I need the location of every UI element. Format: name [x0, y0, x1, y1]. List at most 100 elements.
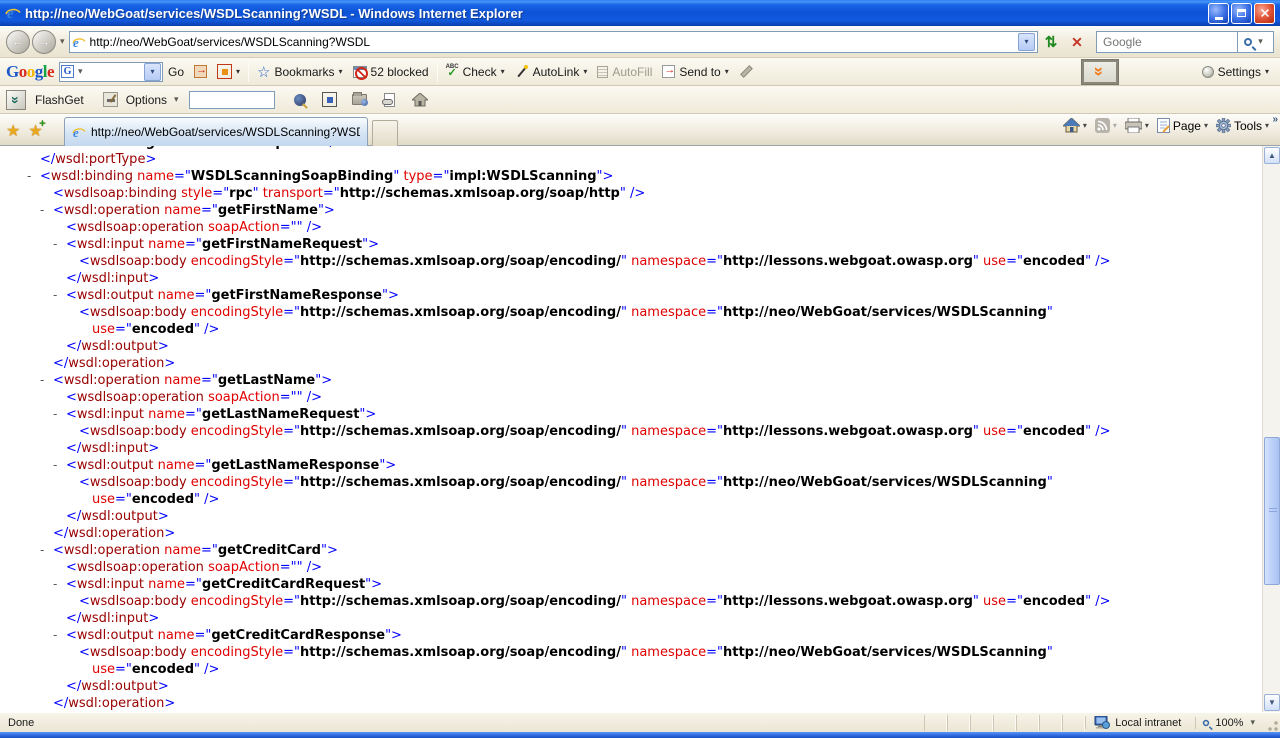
tools-menu-button[interactable]: Tools — [1234, 119, 1262, 133]
autolink-dropdown[interactable]: ▾ — [583, 67, 587, 76]
sendto-button[interactable]: Send to▾ — [657, 65, 733, 79]
xml-collapse-toggle[interactable]: - — [27, 168, 31, 185]
tools-gear-icon — [1216, 118, 1231, 133]
xml-line: -<wsdl:output name="getFirstNameResponse… — [0, 287, 1262, 304]
cube-dropdown[interactable]: ▾ — [236, 67, 240, 76]
forward-button[interactable]: → — [32, 30, 56, 54]
spellcheck-icon: ABC✓ — [446, 64, 459, 79]
resize-grip[interactable] — [1265, 718, 1279, 732]
google-news-button[interactable] — [189, 65, 212, 78]
home-button[interactable] — [1063, 118, 1080, 133]
page-menu-button[interactable]: Page — [1173, 119, 1201, 133]
globe-search-icon — [294, 94, 306, 106]
capture-button[interactable] — [315, 92, 345, 107]
page-dropdown[interactable]: ▾ — [1204, 121, 1208, 130]
download-page-button[interactable] — [375, 93, 405, 107]
tools-dropdown[interactable]: ▾ — [1265, 121, 1269, 130]
spellcheck-dropdown[interactable]: ▾ — [501, 67, 505, 76]
print-dropdown[interactable]: ▾ — [1145, 121, 1149, 130]
scroll-up-button[interactable]: ▲ — [1264, 147, 1280, 164]
google-sitesearch-button[interactable]: ▾ — [212, 64, 245, 79]
flashget-search-field[interactable] — [189, 91, 275, 109]
tab-bar: ★ ★ e http://neo/WebGoat/services/WSDLSc… — [0, 114, 1280, 146]
xml-line: <wsdlsoap:operation soapAction="" /> — [0, 219, 1262, 236]
google-g-dropdown[interactable]: ▾ — [78, 66, 83, 77]
favorites-center-button[interactable]: ★ — [6, 121, 20, 141]
flashget-toolbar: » FlashGet Options ▾ — [0, 86, 1280, 114]
xml-collapse-toggle[interactable]: - — [53, 627, 57, 644]
xml-line: -<wsdl:input name="getCreditCardRequest"… — [0, 576, 1262, 593]
back-button[interactable]: ← — [6, 30, 30, 54]
options-dropdown[interactable]: ▾ — [174, 94, 179, 105]
address-url[interactable]: http://neo/WebGoat/services/WSDLScanning… — [90, 35, 1018, 49]
restore-button[interactable] — [1231, 3, 1252, 24]
xml-line: </wsdl:output> — [0, 678, 1262, 695]
toolbar-separator — [437, 62, 438, 82]
flashget-label-button[interactable]: FlashGet — [30, 93, 89, 107]
xml-collapse-toggle[interactable]: - — [53, 287, 57, 304]
google-g-icon: G — [61, 65, 74, 78]
xml-collapse-toggle[interactable]: - — [53, 457, 57, 474]
xml-line: use="encoded" /> — [0, 661, 1262, 678]
tab-favicon-icon: e — [72, 125, 86, 139]
xml-line: <wsdlsoap:body encodingStyle="http://sch… — [0, 474, 1262, 491]
status-pane — [993, 715, 1016, 731]
bookmarks-button[interactable]: ☆Bookmarks▾ — [252, 63, 348, 81]
xml-line: use="encoded" /> — [0, 491, 1262, 508]
google-go-button[interactable]: Go — [163, 65, 189, 79]
address-bar[interactable]: e http://neo/WebGoat/services/WSDLScanni… — [69, 31, 1038, 53]
back-arrow-icon: ← — [12, 34, 25, 49]
xml-collapse-toggle[interactable]: - — [40, 372, 44, 389]
xml-line: </wsdl:input> — [0, 270, 1262, 287]
close-button[interactable] — [1254, 3, 1275, 24]
xml-collapse-toggle[interactable]: - — [53, 236, 57, 253]
settings-dropdown[interactable]: ▾ — [1265, 67, 1269, 76]
xml-collapse-toggle[interactable]: - — [53, 406, 57, 423]
bookmarks-dropdown[interactable]: ▾ — [339, 67, 343, 76]
scroll-down-button[interactable]: ▼ — [1264, 694, 1280, 711]
options-icon — [103, 92, 118, 107]
autolink-button[interactable]: AutoLink▾ — [510, 65, 593, 79]
search-go-button[interactable]: ▾ — [1238, 31, 1274, 53]
search-input[interactable] — [1101, 34, 1233, 50]
history-dropdown[interactable]: ▾ — [60, 36, 65, 47]
xml-collapse-toggle[interactable]: - — [40, 202, 44, 219]
flashget-dropzone[interactable]: » — [1081, 59, 1119, 85]
highlighter-button — [734, 65, 757, 78]
xml-lines: </wsdl:portType>-<wsdl:binding name="WSD… — [0, 151, 1262, 712]
minimize-button[interactable] — [1208, 3, 1229, 24]
sendto-icon — [662, 65, 675, 78]
popup-blocker-button[interactable]: 52 blocked — [348, 65, 434, 79]
add-favorite-button[interactable]: ★ — [28, 121, 42, 141]
options-button[interactable]: Options — [121, 93, 172, 107]
flashget-icon[interactable]: » — [6, 90, 26, 110]
print-button[interactable] — [1125, 118, 1142, 133]
toolbar-overflow-chevron[interactable]: » — [1272, 114, 1278, 125]
zoom-control[interactable]: 100% ▾ — [1195, 717, 1265, 729]
search-options-dropdown[interactable]: ▾ — [1258, 36, 1263, 47]
google-search-dropdown[interactable]: ▾ — [144, 63, 161, 81]
tab-active[interactable]: e http://neo/WebGoat/services/WSDLScanni… — [64, 117, 368, 146]
web-search-button[interactable] — [285, 94, 315, 106]
google-search-field[interactable]: G ▾ ▾ — [59, 62, 163, 82]
xml-collapse-toggle[interactable]: - — [40, 542, 44, 559]
flashget-home-button[interactable] — [405, 93, 435, 107]
spellcheck-button[interactable]: ABC✓Check▾ — [441, 64, 510, 79]
xml-line: -<wsdl:input name="getFirstNameRequest"> — [0, 236, 1262, 253]
vertical-scrollbar[interactable]: ▲ ▼ — [1262, 146, 1280, 712]
search-box[interactable] — [1096, 31, 1238, 53]
address-dropdown-button[interactable]: ▾ — [1018, 33, 1035, 51]
security-zone-pane: Local intranet — [1085, 716, 1195, 729]
scrollbar-thumb[interactable] — [1264, 437, 1280, 585]
xml-line: -<wsdl:input name="getLastNameRequest"> — [0, 406, 1262, 423]
stop-button[interactable] — [1064, 30, 1090, 54]
xml-collapse-toggle[interactable]: - — [53, 576, 57, 593]
home-dropdown[interactable]: ▾ — [1083, 121, 1087, 130]
zoom-dropdown[interactable]: ▾ — [1250, 717, 1255, 728]
settings-button[interactable]: Settings▾ — [1197, 65, 1274, 79]
sendto-dropdown[interactable]: ▾ — [725, 67, 729, 76]
flashget-search-input[interactable] — [190, 92, 274, 108]
new-tab-stub[interactable] — [372, 120, 398, 146]
site-explorer-button[interactable] — [345, 94, 375, 105]
refresh-button[interactable]: ⇅ — [1038, 30, 1064, 54]
